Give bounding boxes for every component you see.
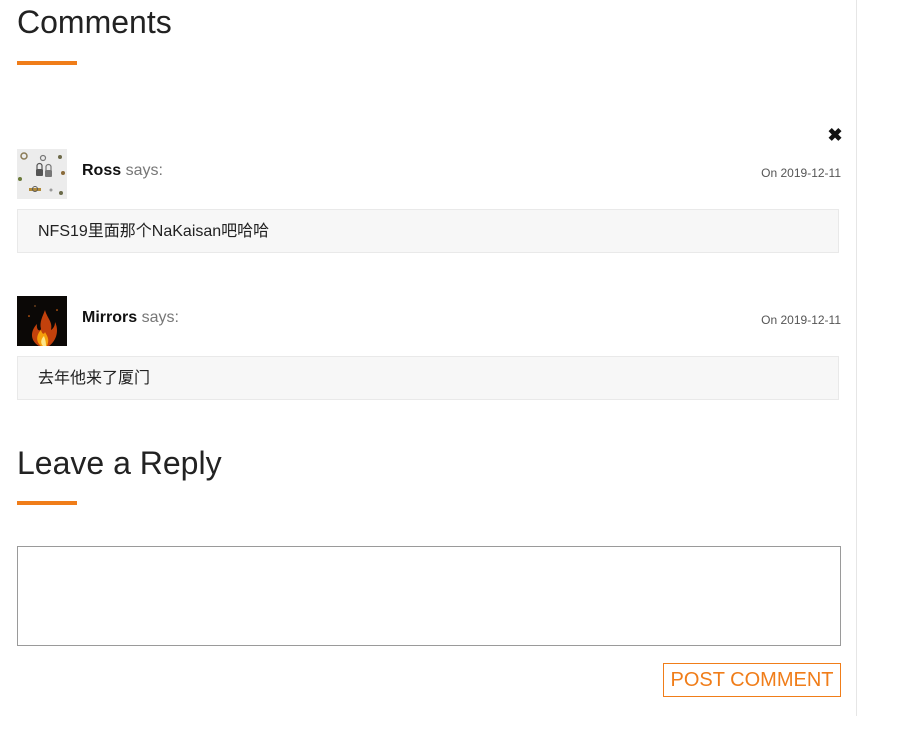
padlocks-avatar-icon xyxy=(17,149,67,199)
comments-title-underline xyxy=(17,61,77,65)
reply-textarea[interactable] xyxy=(17,546,841,646)
comment-author-line: Ross says: xyxy=(82,162,163,180)
sidebar-divider xyxy=(856,0,857,716)
says-label: says: xyxy=(141,309,179,326)
comment-date[interactable]: On 2019-12-11 xyxy=(761,166,841,180)
fire-avatar-icon xyxy=(17,296,67,346)
post-comment-button[interactable]: POST COMMENT xyxy=(663,663,841,697)
comment-body: NFS19里面那个NaKaisan吧哈哈 xyxy=(17,209,839,253)
reply-title-underline xyxy=(17,501,77,505)
comment-item: Ross says: On 2019-12-11 NFS19里面那个NaKais… xyxy=(17,149,841,255)
comment-author-line: Mirrors says: xyxy=(82,309,179,327)
comment-body: 去年他来了厦门 xyxy=(17,356,839,400)
leave-reply-title: Leave a Reply xyxy=(17,445,222,481)
page: Comments ✖ Ross says: On 2019-12-11 NFS1… xyxy=(0,0,904,729)
says-label: says: xyxy=(125,162,163,179)
comments-title: Comments xyxy=(17,4,172,40)
comment-author[interactable]: Ross xyxy=(82,162,121,179)
avatar[interactable] xyxy=(17,149,67,199)
close-icon[interactable]: ✖ xyxy=(827,126,843,144)
comment-date[interactable]: On 2019-12-11 xyxy=(761,313,841,327)
avatar[interactable] xyxy=(17,296,67,346)
comment-author[interactable]: Mirrors xyxy=(82,309,137,326)
comment-item: Mirrors says: On 2019-12-11 去年他来了厦门 xyxy=(17,296,841,402)
